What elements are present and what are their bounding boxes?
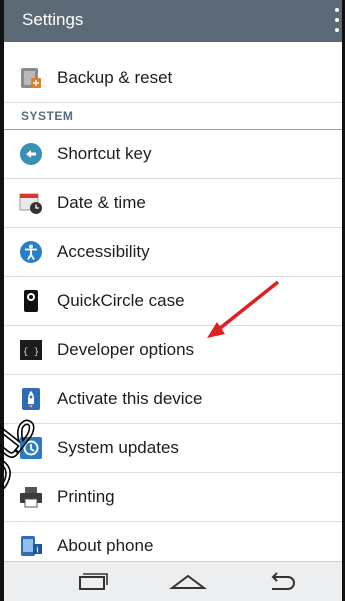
phone-screen: Settings Backup & reset SYSTEM Shortcut … [4,0,342,601]
quickcircle-case-icon [24,290,38,312]
quickcircle-case-label: QuickCircle case [57,291,185,310]
shortcut-key-icon [20,143,42,165]
developer-options-label: Developer options [57,340,195,359]
page-title: Settings [22,10,84,29]
calendar-clock-icon [19,193,42,214]
svg-text:i: i [36,546,38,555]
settings-item-accessibility[interactable]: Accessibility [4,228,342,277]
back-icon[interactable] [264,568,304,596]
about-phone-label: About phone [57,536,154,555]
action-bar: Settings [4,0,342,42]
system-update-icon [20,437,42,459]
backup-reset-icon [21,68,41,88]
rocket-icon [22,388,40,410]
settings-item-printing[interactable]: Printing [4,473,342,522]
activate-device-label: Activate this device [57,389,203,408]
section-header-system: SYSTEM [4,103,342,130]
overflow-menu-icon[interactable] [330,6,342,36]
section-system-label: SYSTEM [21,109,74,123]
date-time-label: Date & time [57,193,146,212]
backup-reset-label: Backup & reset [57,68,173,87]
settings-item-date-time[interactable]: Date & time [4,179,342,228]
settings-item-activate-device[interactable]: Activate this device [4,375,342,424]
recent-apps-icon[interactable] [72,568,112,596]
shortcut-key-label: Shortcut key [57,144,152,163]
svg-text:{ }: { } [23,347,39,357]
system-updates-label: System updates [57,438,179,457]
settings-item-shortcut-key[interactable]: Shortcut key [4,130,342,179]
settings-item-backup-reset[interactable]: Backup & reset [4,54,342,103]
settings-item-system-updates[interactable]: System updates [4,424,342,473]
home-icon[interactable] [168,568,208,596]
accessibility-icon [20,241,42,263]
developer-code-icon: { } [20,340,42,360]
phone-info-icon: i [21,536,42,556]
printer-icon [20,487,42,508]
settings-item-developer-options[interactable]: { } Developer options [4,326,342,375]
accessibility-label: Accessibility [57,242,150,261]
settings-item-quickcircle[interactable]: QuickCircle case [4,277,342,326]
printing-label: Printing [57,487,115,506]
navigation-bar [4,561,342,601]
settings-list: Backup & reset SYSTEM Shortcut key Date … [4,42,342,571]
